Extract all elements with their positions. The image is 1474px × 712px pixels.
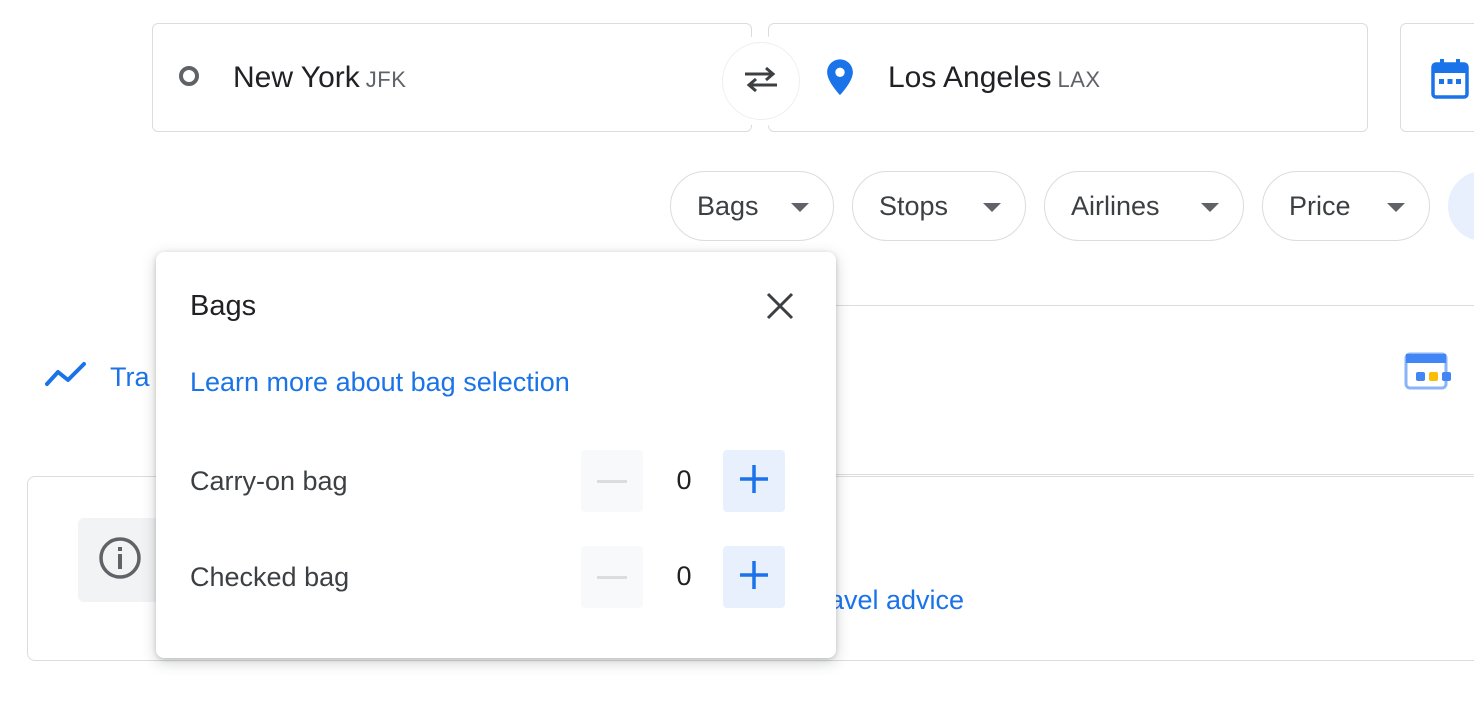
carry-on-bag-label: Carry-on bag [190, 466, 348, 496]
origin-circle-icon [179, 66, 199, 86]
dropdown-caret-icon [791, 203, 809, 212]
stops-filter-label: Stops [879, 190, 949, 221]
flight-search-page: New York JFK Los Angeles LAX Bags Stops … [0, 0, 1474, 712]
stops-filter-chip[interactable]: Stops [852, 171, 1026, 241]
airlines-filter-label: Airlines [1071, 190, 1160, 221]
airlines-filter-chip[interactable]: Airlines [1044, 171, 1244, 241]
swap-locations-button[interactable] [722, 42, 800, 120]
close-icon [762, 292, 798, 328]
bags-popover-title: Bags [190, 290, 257, 322]
destination-city-name: Los Angeles [888, 60, 1052, 94]
origin-airport-code: JFK [365, 66, 407, 92]
info-icon [96, 534, 144, 587]
section-divider [836, 474, 1474, 475]
bags-filter-chip[interactable]: Bags [670, 171, 834, 241]
checked-increment-button[interactable] [723, 546, 785, 608]
carry-on-increment-button[interactable] [723, 450, 785, 512]
plus-icon [738, 463, 770, 500]
dropdown-caret-icon [983, 203, 1001, 212]
close-button[interactable] [762, 288, 798, 324]
calendar-icon [1430, 58, 1470, 105]
origin-city-name: New York [233, 60, 360, 94]
travel-advice-link[interactable]: ravel advice [820, 585, 964, 616]
dropdown-caret-icon [1387, 203, 1405, 212]
more-filter-chip[interactable] [1448, 171, 1474, 241]
destination-city-value: Los Angeles LAX [888, 61, 1101, 95]
plus-icon [738, 559, 770, 596]
destination-airport-code: LAX [1057, 66, 1101, 92]
learn-more-bags-link[interactable]: Learn more about bag selection [190, 367, 570, 398]
destination-field[interactable]: Los Angeles LAX [768, 23, 1368, 132]
date-grid-icon[interactable] [1402, 348, 1462, 403]
minus-icon [597, 472, 627, 490]
track-prices-toggle[interactable]: Tra [44, 360, 150, 395]
checked-decrement-button[interactable] [581, 546, 643, 608]
swap-arrows-icon [741, 64, 781, 99]
info-icon-container [78, 518, 162, 602]
minus-icon [597, 568, 627, 586]
trend-line-icon [44, 360, 90, 395]
bags-popover: Bags Learn more about bag selection Carr… [156, 252, 836, 658]
section-divider [836, 305, 1474, 306]
checked-bag-row: Checked bag 0 [190, 546, 790, 608]
price-filter-chip[interactable]: Price [1262, 171, 1430, 241]
origin-city-value: New York JFK [233, 61, 406, 95]
checked-bag-label: Checked bag [190, 562, 350, 592]
dropdown-caret-icon [1201, 203, 1219, 212]
carry-on-bag-count: 0 [676, 465, 692, 495]
carry-on-bag-row: Carry-on bag 0 [190, 450, 790, 512]
track-prices-label: Tra [110, 362, 150, 392]
bags-filter-label: Bags [697, 190, 759, 221]
location-pin-icon [822, 58, 858, 103]
origin-field[interactable]: New York JFK [152, 23, 752, 132]
carry-on-decrement-button[interactable] [581, 450, 643, 512]
price-filter-label: Price [1289, 190, 1351, 221]
checked-bag-count: 0 [676, 561, 692, 591]
